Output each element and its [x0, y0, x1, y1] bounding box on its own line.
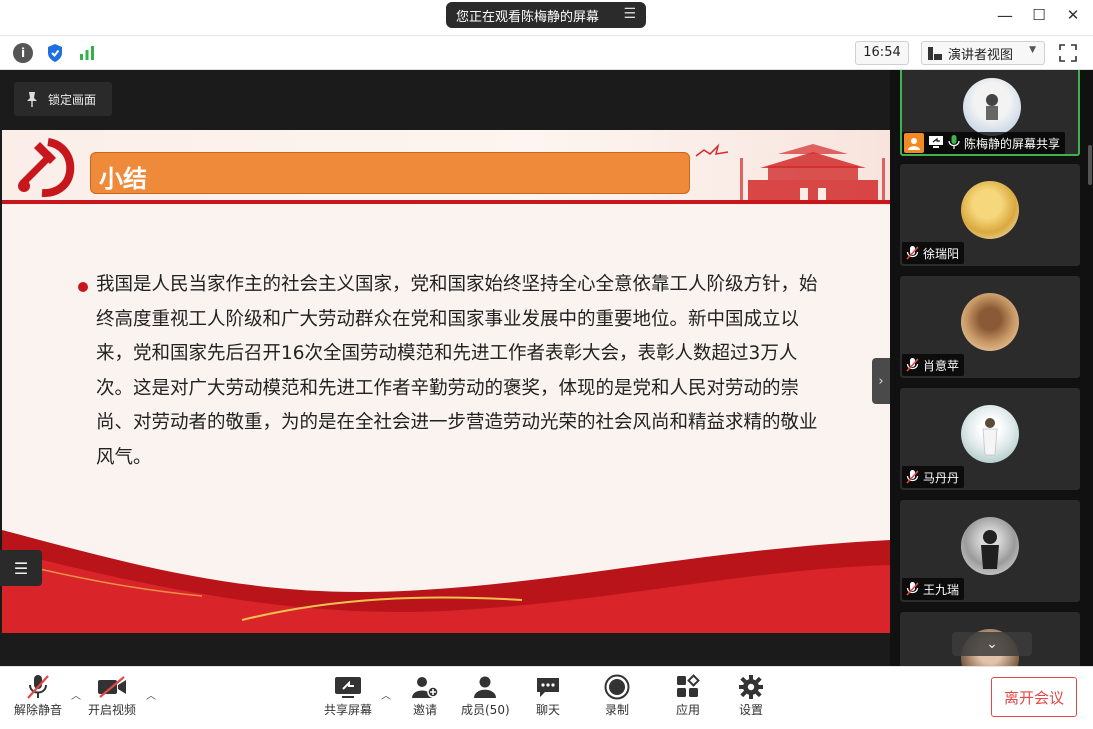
record-icon	[602, 673, 632, 701]
avatar	[963, 78, 1021, 136]
list-icon[interactable]: ☰	[0, 550, 42, 586]
view-mode-dropdown[interactable]: 演讲者视图 ▼	[921, 41, 1045, 65]
signal-icon[interactable]	[77, 43, 97, 63]
view-mode-label: 演讲者视图	[948, 47, 1014, 63]
leave-meeting-button[interactable]: 离开会议	[991, 677, 1077, 717]
camera-off-icon	[97, 673, 127, 701]
mic-muted-icon	[906, 358, 919, 372]
mic-muted-icon	[23, 673, 53, 701]
participant-name: 肖意苹	[923, 358, 960, 373]
gear-icon	[736, 673, 766, 701]
unmute-label: 解除静音	[14, 703, 63, 717]
close-button[interactable]: ✕	[1062, 6, 1084, 24]
participant-name: 王九瑞	[923, 582, 960, 597]
participant-tile-sharer[interactable]: 陈梅静的屏幕共享	[900, 70, 1080, 156]
chevron-down-icon[interactable]: ⌄	[952, 632, 1032, 656]
emblem-icon	[18, 138, 75, 198]
chevron-up-icon[interactable]: ︿	[71, 687, 81, 702]
lock-view-button[interactable]: 锁定画面	[14, 82, 112, 116]
invite-label: 邀请	[412, 703, 437, 717]
settings-label: 设置	[738, 703, 763, 717]
add-user-icon	[410, 673, 440, 701]
apps-icon	[673, 673, 703, 701]
members-button[interactable]: 成员(50)	[461, 673, 510, 718]
record-button[interactable]: 录制	[602, 673, 632, 718]
mic-active-icon	[948, 134, 960, 152]
presentation-slide: 小结 我国是人民当家作主的社会主义国家，党和国家始终坚持全心全意依靠工人阶级方针…	[2, 130, 890, 633]
name-tag: 马丹丹	[902, 466, 965, 488]
apps-button[interactable]: 应用	[673, 673, 703, 718]
chevron-up-icon[interactable]: ︿	[381, 687, 391, 702]
shield-icon[interactable]	[45, 43, 65, 63]
screen-share-icon	[928, 135, 944, 152]
slide-title: 小结	[99, 165, 147, 193]
members-label: 成员(50)	[461, 703, 510, 717]
chevron-down-icon: ▼	[1029, 45, 1036, 55]
unmute-button[interactable]: 解除静音	[14, 673, 62, 718]
title-bar: 您正在观看陈梅静的屏幕 ☰ — ☐ ✕	[0, 0, 1093, 36]
lock-view-label: 锁定画面	[48, 92, 97, 107]
doves-icon	[695, 143, 729, 157]
pin-icon	[27, 92, 37, 107]
name-tag: 徐瑞阳	[902, 242, 965, 264]
minimize-button[interactable]: —	[994, 6, 1016, 25]
share-screen-button[interactable]: 共享屏幕	[324, 673, 372, 718]
share-screen-label: 共享屏幕	[324, 703, 373, 717]
participant-tile[interactable]: 徐瑞阳	[900, 164, 1080, 266]
panel-scrollbar[interactable]	[1088, 145, 1092, 185]
start-video-button[interactable]: 开启视频	[88, 673, 136, 718]
participant-tile[interactable]: 王九瑞	[900, 500, 1080, 602]
viewing-indicator[interactable]: 您正在观看陈梅静的屏幕 ☰	[446, 2, 646, 28]
avatar	[961, 517, 1019, 575]
mic-muted-icon	[906, 582, 919, 596]
chevron-up-icon[interactable]: ︿	[146, 687, 156, 702]
participant-name: 陈梅静的屏幕共享	[964, 136, 1061, 151]
host-icon	[904, 133, 924, 153]
settings-button[interactable]: 设置	[736, 673, 766, 718]
avatar	[961, 405, 1019, 463]
chat-label: 聊天	[535, 703, 560, 717]
shared-screen: 锁定画面 小结 我国是人民当家作主的社会主义国家，党和国家始终坚持全心全意依靠工…	[0, 70, 890, 666]
record-label: 录制	[604, 703, 629, 717]
name-tag: 王九瑞	[902, 578, 965, 600]
mic-muted-icon	[906, 470, 919, 484]
meeting-clock: 16:54	[855, 41, 909, 65]
bottom-toolbar: 解除静音 ︿ 开启视频 ︿ 共享屏幕 ︿ 邀请 成员(50) 聊天 录制 应用 …	[0, 666, 1093, 729]
maximize-button[interactable]: ☐	[1028, 6, 1050, 24]
fullscreen-icon[interactable]	[1058, 44, 1078, 62]
speaker-view-icon	[928, 46, 942, 60]
start-video-label: 开启视频	[88, 703, 137, 717]
share-screen-icon	[333, 673, 363, 701]
avatar	[961, 293, 1019, 351]
info-bar: i 16:54 演讲者视图 ▼	[0, 36, 1093, 70]
flag-wave	[2, 530, 890, 633]
chat-button[interactable]: 聊天	[533, 673, 563, 718]
participant-name: 徐瑞阳	[923, 246, 960, 261]
sharer-name-tag: 陈梅静的屏幕共享	[902, 132, 1066, 154]
viewing-label: 您正在观看陈梅静的屏幕	[456, 9, 600, 25]
collapse-panel-button[interactable]: ›	[872, 358, 890, 404]
menu-icon[interactable]: ☰	[623, 6, 636, 22]
participant-tile[interactable]: 马丹丹	[900, 388, 1080, 490]
apps-label: 应用	[675, 703, 700, 717]
participant-panel: 陈梅静的屏幕共享 徐瑞阳 肖意苹 马丹丹 王九瑞 ⌄	[890, 70, 1093, 666]
header-divider	[2, 200, 890, 204]
mic-muted-icon	[906, 246, 919, 260]
name-tag: 肖意苹	[902, 354, 965, 376]
chat-icon	[533, 673, 563, 701]
invite-button[interactable]: 邀请	[410, 673, 440, 718]
slide-body: 我国是人民当家作主的社会主义国家，党和国家始终坚持全心全意依靠工人阶级方针，始终…	[80, 268, 820, 475]
slide-body-text: 我国是人民当家作主的社会主义国家，党和国家始终坚持全心全意依靠工人阶级方针，始终…	[96, 274, 818, 468]
participant-name: 马丹丹	[923, 470, 960, 485]
members-icon	[470, 673, 500, 701]
tiananmen-icon	[740, 144, 885, 200]
slide-title-box: 小结	[90, 152, 690, 194]
avatar	[961, 181, 1019, 239]
participant-tile[interactable]: 肖意苹	[900, 276, 1080, 378]
info-icon[interactable]: i	[13, 43, 33, 63]
